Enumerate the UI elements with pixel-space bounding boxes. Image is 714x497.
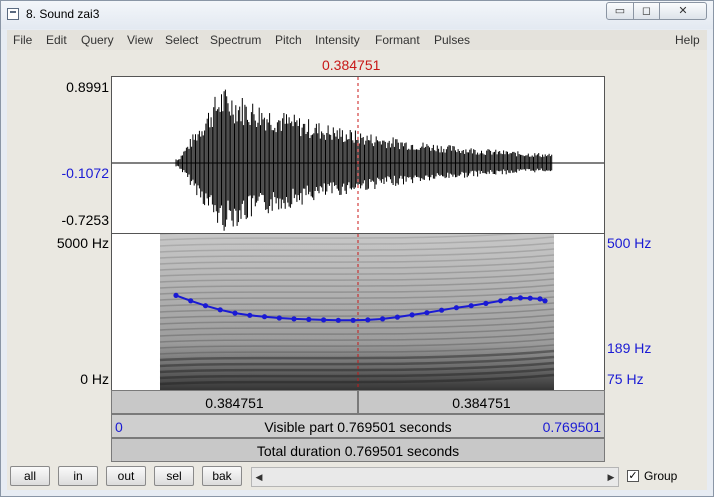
pitch-point	[394, 314, 400, 320]
window-title: 8. Sound zai3	[26, 7, 100, 21]
pitch-point	[306, 316, 312, 322]
pitch-point	[409, 312, 415, 318]
selection-left-bar[interactable]: 0.384751	[111, 390, 358, 414]
spectrogram-svg	[159, 234, 555, 390]
pitch-point	[498, 298, 504, 304]
selection-right-bar[interactable]: 0.384751	[358, 390, 605, 414]
waveform-svg	[112, 77, 604, 233]
pitch-point	[365, 317, 371, 323]
pitch-top-label: 500 Hz	[607, 235, 652, 251]
praat-app-icon	[7, 8, 19, 20]
pitch-point	[173, 292, 179, 298]
zoom-back-button[interactable]: bak	[202, 466, 242, 486]
spectrogram-panel[interactable]	[111, 234, 605, 390]
pitch-point	[202, 303, 209, 309]
pitch-mid-label: 189 Hz	[607, 340, 652, 356]
pitch-point	[276, 315, 282, 321]
maximize-button[interactable]: ◻	[633, 2, 660, 20]
scroll-left-arrow-icon[interactable]: ◀	[252, 468, 266, 486]
pitch-point	[232, 310, 238, 316]
pitch-point	[542, 298, 548, 304]
menu-pulses[interactable]: Pulses	[434, 33, 470, 47]
close-button[interactable]: ✕	[659, 2, 707, 20]
zoom-all-button[interactable]: all	[10, 466, 50, 486]
visible-end-label: 0.769501	[542, 419, 601, 435]
minimize-button[interactable]: ▭	[606, 2, 634, 20]
waveform-min-label: -0.7253	[61, 212, 109, 228]
visible-start-label: 0	[115, 419, 123, 435]
total-duration-bar[interactable]: Total duration 0.769501 seconds	[111, 438, 605, 462]
cursor-time-label: 0.384751	[322, 57, 381, 73]
menu-pitch[interactable]: Pitch	[275, 33, 302, 47]
pitch-bottom-label: 75 Hz	[607, 371, 644, 387]
scroll-right-arrow-icon[interactable]: ▶	[604, 468, 618, 486]
menu-formant[interactable]: Formant	[375, 33, 420, 47]
group-label: Group	[644, 469, 678, 483]
pitch-point	[247, 312, 253, 318]
menu-select[interactable]: Select	[165, 33, 198, 47]
pitch-point	[527, 295, 533, 301]
pitch-point	[507, 296, 514, 302]
pitch-point	[335, 317, 341, 323]
pitch-point	[424, 310, 430, 316]
zoom-in-button[interactable]: in	[58, 466, 98, 486]
menu-view[interactable]: View	[127, 33, 153, 47]
pitch-point	[321, 317, 327, 323]
waveform-trace	[175, 89, 553, 231]
pitch-point	[439, 307, 445, 313]
pitch-point	[453, 305, 459, 311]
pitch-point	[537, 296, 543, 302]
pitch-point	[188, 298, 194, 304]
spectrogram-top-frequency-label: 5000 Hz	[56, 235, 109, 251]
menu-help[interactable]: Help	[675, 33, 700, 47]
pitch-point	[261, 314, 268, 320]
zoom-out-button[interactable]: out	[106, 466, 146, 486]
menu-file[interactable]: File	[13, 33, 32, 47]
pitch-point	[350, 317, 356, 323]
pitch-point	[468, 303, 474, 309]
menu-query[interactable]: Query	[81, 33, 114, 47]
pitch-point	[517, 295, 523, 301]
waveform-panel[interactable]	[111, 76, 605, 234]
menu-intensity[interactable]: Intensity	[315, 33, 360, 47]
pitch-point	[483, 300, 489, 306]
visible-part-bar[interactable]: 0 Visible part 0.769501 seconds 0.769501	[111, 414, 605, 438]
menu-edit[interactable]: Edit	[46, 33, 67, 47]
menu-spectrum[interactable]: Spectrum	[210, 33, 261, 47]
pitch-point	[291, 316, 297, 322]
pitch-point	[380, 316, 386, 322]
horizontal-scrollbar[interactable]	[251, 467, 619, 487]
pitch-point	[217, 307, 223, 313]
waveform-zero-label: -0.1072	[61, 165, 109, 181]
spectrogram-bottom-frequency-label: 0 Hz	[80, 371, 109, 387]
waveform-max-label: 0.8991	[66, 79, 109, 95]
zoom-selection-button[interactable]: sel	[154, 466, 194, 486]
group-checkbox[interactable]: ✓	[627, 470, 639, 482]
visible-part-label: Visible part 0.769501 seconds	[264, 419, 452, 435]
